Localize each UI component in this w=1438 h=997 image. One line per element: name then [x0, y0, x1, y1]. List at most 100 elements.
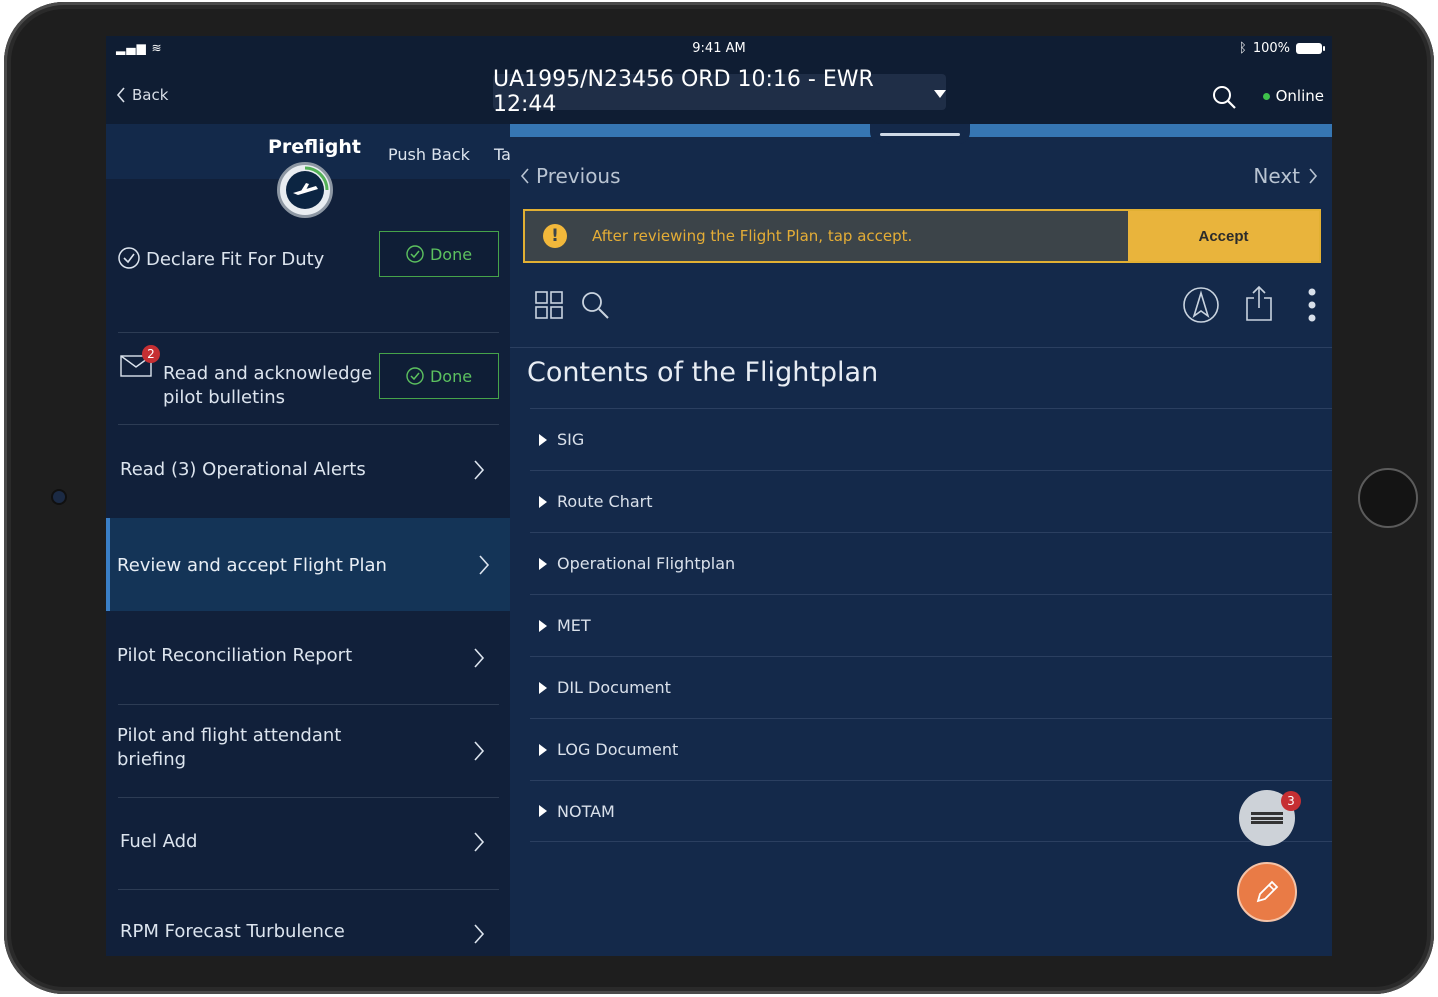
expand-triangle-icon: [539, 805, 547, 817]
expand-triangle-icon: [539, 743, 547, 756]
section-label: Route Chart: [557, 492, 653, 511]
task-label: Pilot Reconciliation Report: [117, 645, 353, 666]
flight-selector[interactable]: UA1995/N23456 ORD 10:16 - EWR 12:44: [493, 67, 946, 117]
expand-triangle-icon: [539, 433, 547, 446]
task-label-line1: Pilot and flight attendant: [117, 725, 342, 746]
document-panel: Previous Next ! After reviewing the Flig…: [510, 124, 1332, 956]
check-circle-icon: [406, 245, 424, 263]
edit-fab-button[interactable]: [1237, 862, 1297, 922]
plane-icon: [286, 171, 324, 209]
chevron-left-icon: [520, 168, 529, 184]
section-label: Operational Flightplan: [557, 554, 736, 573]
section-label: NOTAM: [557, 801, 615, 821]
accept-alert-banner: ! After reviewing the Flight Plan, tap a…: [523, 209, 1321, 263]
alert-text: After reviewing the Flight Plan, tap acc…: [592, 227, 913, 245]
done-button[interactable]: Done: [379, 353, 499, 399]
next-button[interactable]: Next: [1253, 164, 1318, 188]
bulletins-badge: 2: [142, 345, 160, 363]
task-declare-fit[interactable]: Declare Fit For Duty Done: [118, 231, 499, 301]
chevron-right-icon: [474, 648, 485, 668]
chevron-right-icon: [474, 460, 485, 480]
task-label: Review and accept Flight Plan: [117, 555, 387, 576]
section-row[interactable]: LOG Document: [530, 718, 1332, 780]
section-row[interactable]: NOTAM: [530, 780, 1332, 842]
section-label: DIL Document: [557, 678, 671, 697]
tab-push-back[interactable]: Push Back: [388, 145, 470, 164]
online-dot-icon: [1262, 92, 1270, 100]
tab-taxi[interactable]: Ta: [494, 145, 510, 164]
accept-button[interactable]: Accept: [1128, 211, 1319, 261]
online-status: Online: [1262, 87, 1324, 105]
grid-icon[interactable]: [534, 290, 564, 320]
section-label: MET: [557, 616, 591, 635]
section-label: LOG Document: [557, 740, 679, 759]
back-label: Back: [132, 86, 169, 104]
expand-triangle-icon: [539, 495, 547, 508]
bluetooth-icon: ᛒ: [1239, 41, 1247, 56]
section-label: SIG: [557, 430, 585, 449]
nav-bar: Back UA1995/N23456 ORD 10:16 - EWR 12:44…: [106, 62, 1332, 124]
front-camera: [53, 491, 65, 503]
section-row[interactable]: SIG: [530, 408, 1332, 470]
tab-preflight[interactable]: Preflight: [268, 136, 361, 158]
home-button[interactable]: [1358, 468, 1418, 528]
task-label: RPM Forecast Turbulence: [120, 921, 345, 942]
list-icon: [1251, 812, 1283, 824]
chevron-right-icon: [474, 741, 485, 761]
document-toolbar: [510, 271, 1332, 348]
more-vertical-icon[interactable]: [1308, 288, 1316, 322]
task-review-flight-plan[interactable]: Review and accept Flight Plan: [106, 518, 510, 611]
status-right: ᛒ 100%: [1239, 41, 1325, 56]
task-rpm-forecast[interactable]: RPM Forecast Turbulence: [118, 889, 499, 956]
status-bar: ▂▄▆ ≋ 9:41 AM ᛒ 100%: [106, 36, 1332, 62]
task-operational-alerts[interactable]: Read (3) Operational Alerts: [118, 424, 499, 517]
previous-label: Previous: [536, 164, 621, 188]
expand-triangle-icon: [539, 557, 547, 570]
navigation-icon[interactable]: [1182, 286, 1220, 324]
back-chevron-icon: [116, 87, 125, 103]
previous-button[interactable]: Previous: [520, 164, 621, 188]
search-icon[interactable]: [580, 290, 610, 320]
done-label: Done: [429, 366, 473, 386]
section-list: SIG Route Chart Operational Flightplan MET D…: [530, 408, 1332, 842]
section-row[interactable]: Operational Flightplan: [530, 532, 1332, 594]
battery-icon: [1296, 43, 1325, 54]
online-label: Online: [1275, 87, 1324, 105]
section-row[interactable]: MET: [530, 594, 1332, 656]
section-row[interactable]: DIL Document: [530, 656, 1332, 718]
search-icon[interactable]: [1211, 84, 1237, 110]
task-briefing[interactable]: Pilot and flight attendant briefing: [117, 704, 499, 797]
chevron-right-icon: [474, 924, 485, 944]
task-label: Read (3) Operational Alerts: [120, 459, 366, 480]
phase-progress-badge: [277, 162, 333, 218]
status-time: 9:41 AM: [692, 41, 746, 56]
next-label: Next: [1253, 164, 1300, 188]
share-icon[interactable]: [1244, 284, 1274, 322]
task-label-line2: briefing: [117, 749, 187, 770]
task-panel: Preflight Push Back Ta Declare Fit For D…: [106, 124, 510, 956]
battery-percent: 100%: [1252, 41, 1290, 56]
warning-icon: !: [543, 224, 567, 248]
task-read-bulletins[interactable]: 2 Read and acknowledge pilot bulletins D…: [118, 317, 499, 408]
done-button[interactable]: Done: [379, 231, 499, 277]
app-screen: ▂▄▆ ≋ 9:41 AM ᛒ 100% Back UA1995/N23456 …: [106, 36, 1332, 956]
pencil-icon: [1256, 880, 1279, 903]
drag-handle-bar: [880, 133, 960, 136]
document-title: Contents of the Flightplan: [527, 357, 879, 388]
chevron-right-icon: [474, 832, 485, 852]
dropdown-caret-icon: [934, 89, 946, 98]
done-label: Done: [429, 244, 473, 264]
expand-triangle-icon: [539, 619, 547, 632]
check-circle-icon: [118, 247, 140, 269]
task-fuel-add[interactable]: Fuel Add: [118, 797, 499, 889]
task-label: Declare Fit For Duty: [146, 249, 325, 270]
task-pilot-reconciliation[interactable]: Pilot Reconciliation Report: [117, 612, 499, 704]
task-label-line2: pilot bulletins: [163, 387, 285, 408]
back-button[interactable]: Back: [116, 86, 168, 104]
section-row[interactable]: Route Chart: [530, 470, 1332, 532]
check-circle-icon: [406, 367, 424, 385]
flight-title: UA1995/N23456 ORD 10:16 - EWR 12:44: [493, 67, 874, 117]
chevron-right-icon: [1309, 168, 1318, 184]
task-label: Fuel Add: [120, 831, 198, 852]
list-fab-badge: 3: [1281, 791, 1301, 811]
